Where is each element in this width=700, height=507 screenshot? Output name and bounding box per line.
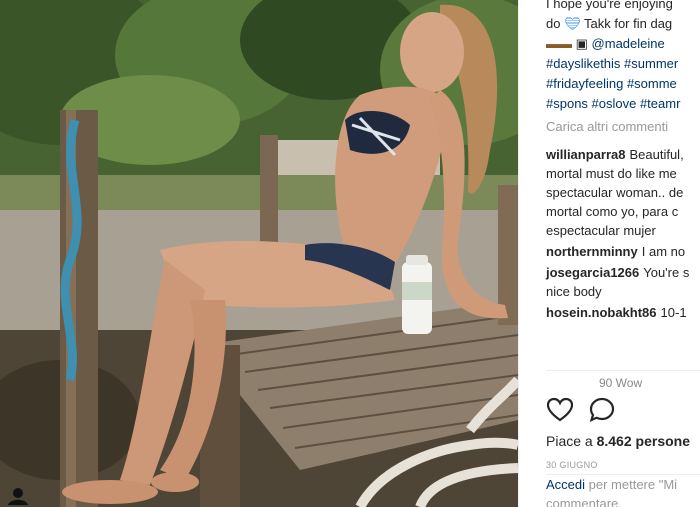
blue-heart-icon: 💙︎ bbox=[564, 16, 581, 31]
hashtag-line[interactable]: #dayslikethis #summer bbox=[546, 54, 700, 74]
action-bar bbox=[546, 396, 616, 424]
post-side-panel: I hope you're enjoying do 💙︎ Takk for fi… bbox=[518, 0, 700, 507]
comment-username[interactable]: josegarcia1266 bbox=[546, 265, 639, 280]
comment-username[interactable]: hosein.nobakht86 bbox=[546, 305, 657, 320]
profile-tag-icon[interactable] bbox=[6, 487, 30, 505]
post-photo[interactable] bbox=[0, 0, 518, 507]
hashtag-line[interactable]: #spons #oslove #teamr bbox=[546, 94, 700, 114]
likes-suffix: persone bbox=[631, 433, 690, 449]
mention-link[interactable]: @madeleine bbox=[592, 36, 665, 51]
post-caption: I hope you're enjoying do 💙︎ Takk for fi… bbox=[546, 0, 700, 114]
likes-count[interactable]: Piace a 8.462 persone bbox=[546, 433, 690, 449]
actions-divider bbox=[546, 370, 700, 372]
login-line: commentare. bbox=[546, 496, 622, 507]
post-date: 30 GIUGNO bbox=[546, 460, 598, 470]
login-text: per mettere "Mi bbox=[585, 477, 678, 492]
comment-item: willianparra8 Beautiful, mortal must do l… bbox=[546, 145, 700, 240]
comment-username[interactable]: willianparra8 bbox=[546, 147, 625, 162]
login-link[interactable]: Accedi bbox=[546, 477, 585, 492]
comment-username[interactable]: northernminny bbox=[546, 244, 638, 259]
load-more-comments-button[interactable]: Carica altri commenti bbox=[546, 119, 668, 134]
heart-outline-icon[interactable] bbox=[546, 396, 574, 424]
likes-prefix: Piace a bbox=[546, 433, 597, 449]
login-line: Accedi per mettere "Mi bbox=[546, 475, 700, 494]
caption-line: ▬▬ ▣ @madeleine bbox=[546, 34, 700, 54]
comment-text: I am no bbox=[641, 244, 686, 259]
hashtag-line[interactable]: #fridayfeeling #somme bbox=[546, 74, 700, 94]
caption-text: do bbox=[546, 16, 561, 31]
photo-scene bbox=[0, 0, 518, 507]
comment-list: willianparra8 Beautiful, mortal must do l… bbox=[546, 145, 700, 324]
partial-comment: 90 Wow bbox=[599, 376, 643, 390]
caption-line: I hope you're enjoying bbox=[546, 0, 673, 11]
caption-text: Takk for fin dag bbox=[584, 16, 673, 31]
likes-number: 8.462 bbox=[596, 433, 632, 449]
caption-line: do 💙︎ Takk for fin dag bbox=[546, 14, 700, 34]
comment-item: josegarcia1266 You're s nice body bbox=[546, 263, 700, 301]
comment-text: 10-1 bbox=[660, 305, 687, 320]
camera-emoji-icon: ▣ bbox=[575, 36, 588, 51]
hand-emoji-icon: ▬▬ bbox=[546, 36, 572, 51]
comment-item: northernminny I am no bbox=[546, 242, 700, 261]
comment-item: hosein.nobakht86 10-1 bbox=[546, 303, 700, 322]
comment-bubble-icon[interactable] bbox=[588, 396, 616, 424]
login-prompt: Accedi per mettere "Mi commentare. bbox=[546, 474, 700, 507]
